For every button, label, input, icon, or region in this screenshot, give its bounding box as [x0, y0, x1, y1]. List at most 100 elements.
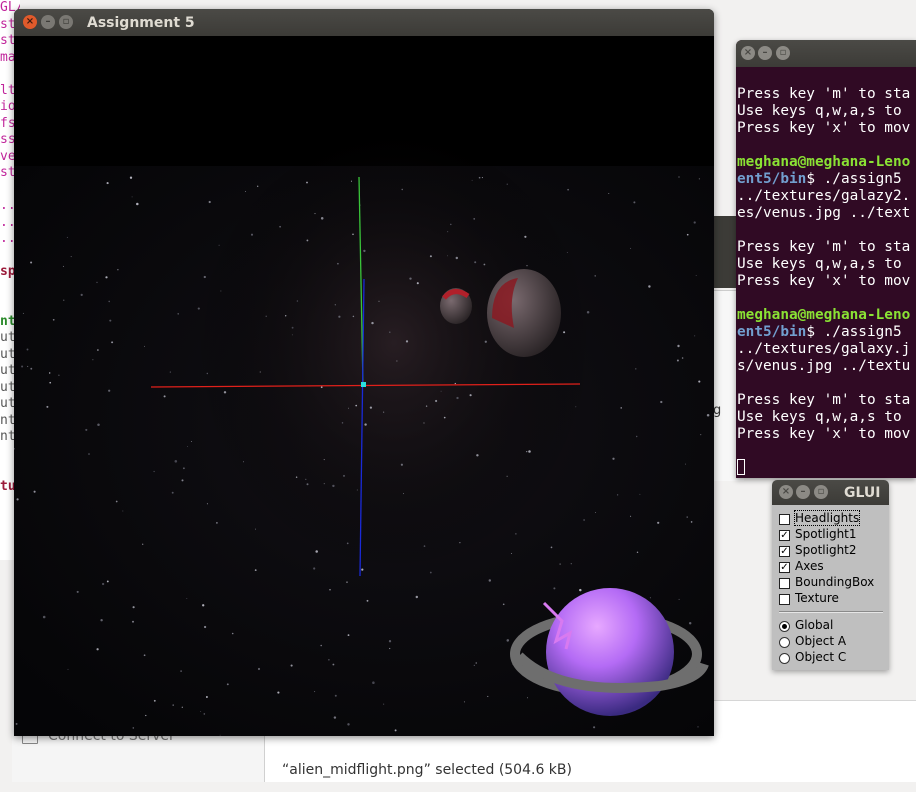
maximize-icon[interactable]: ▫ — [814, 485, 828, 499]
star — [579, 588, 582, 592]
star — [337, 262, 339, 265]
terminal-text: meghana@meghana-Leno — [737, 154, 911, 170]
star — [502, 603, 505, 606]
star — [570, 563, 572, 565]
radio-icon[interactable] — [779, 637, 790, 648]
star — [657, 521, 660, 524]
star — [67, 668, 69, 670]
star — [254, 569, 257, 571]
star — [476, 454, 479, 457]
star — [475, 662, 477, 664]
star — [366, 599, 369, 602]
star — [575, 406, 577, 408]
star — [423, 545, 426, 547]
star — [447, 231, 449, 233]
star — [16, 498, 19, 501]
checkbox-empty-icon[interactable] — [779, 578, 790, 589]
star — [332, 663, 335, 666]
star — [463, 701, 465, 703]
star — [132, 620, 134, 623]
minimize-icon[interactable]: – — [796, 485, 810, 499]
checkmark-icon[interactable]: ✓ — [779, 530, 790, 541]
star — [401, 188, 403, 191]
star — [231, 632, 234, 635]
glui-panel[interactable]: × – ▫ GLUI Headlights ✓ Spotlight1 ✓ Spotlig… — [772, 480, 889, 670]
star — [383, 411, 385, 413]
checkbox-empty-icon[interactable] — [779, 514, 790, 525]
star — [678, 598, 680, 600]
star — [255, 528, 256, 530]
star — [177, 313, 179, 315]
close-icon[interactable]: × — [741, 46, 755, 60]
radio-label: Object A — [795, 634, 847, 648]
star — [306, 483, 309, 486]
star — [174, 460, 178, 463]
terminal-text: Press key 'm' to sta — [737, 86, 911, 102]
terminal-text: meghana@meghana-Leno — [737, 307, 911, 323]
star — [333, 716, 337, 719]
star — [415, 595, 419, 599]
checkbox-empty-icon[interactable] — [779, 594, 790, 605]
star — [66, 236, 68, 238]
radio-icon[interactable] — [779, 621, 790, 632]
terminal-text: $ ./assign5 — [806, 324, 902, 340]
star — [346, 581, 348, 583]
star — [42, 615, 46, 619]
terminal-output[interactable]: Press key 'm' to sta Use keys q,w,a,s to … — [737, 86, 916, 443]
star — [27, 365, 29, 367]
terminal-text: Use keys q,w,a,s to — [737, 103, 911, 119]
checkmark-icon[interactable]: ✓ — [779, 546, 790, 557]
star — [648, 285, 651, 288]
star — [459, 542, 461, 544]
star — [153, 699, 156, 702]
star — [686, 516, 688, 518]
star — [620, 407, 622, 409]
star — [388, 640, 392, 643]
terminal-window[interactable]: × – ▫ Press key 'm' to sta Use keys q,w,a… — [736, 40, 916, 478]
file-manager-status: “alien_midflight.png” selected (504.6 kB… — [282, 762, 572, 778]
star — [180, 670, 182, 672]
star — [389, 647, 391, 650]
terminal-titlebar[interactable]: × – ▫ — [736, 40, 916, 67]
window-title: Assignment 5 — [87, 15, 195, 31]
star — [371, 321, 374, 325]
star — [115, 500, 118, 503]
opengl-window-titlebar[interactable]: × – ▫ Assignment 5 — [14, 9, 714, 36]
star — [346, 542, 349, 545]
glui-titlebar[interactable]: × – ▫ GLUI — [772, 480, 889, 505]
terminal-text: ../textures/galazy2. — [737, 188, 911, 204]
checkmark-icon[interactable]: ✓ — [779, 562, 790, 573]
star — [690, 521, 693, 523]
star — [454, 382, 456, 385]
star — [320, 386, 323, 389]
opengl-viewport[interactable] — [14, 36, 714, 736]
radio-icon[interactable] — [779, 653, 790, 664]
minimize-icon[interactable]: – — [41, 15, 55, 29]
maximize-icon[interactable]: ▫ — [59, 15, 73, 29]
terminal-text: Press key 'x' to mov — [737, 426, 911, 442]
checkbox-label: Axes — [795, 559, 824, 573]
star — [510, 552, 512, 554]
close-icon[interactable]: × — [779, 485, 793, 499]
maximize-icon[interactable]: ▫ — [776, 46, 790, 60]
star — [338, 315, 341, 318]
opengl-window[interactable]: × – ▫ Assignment 5 — [14, 9, 714, 736]
terminal-text: ent5/bin — [737, 324, 807, 340]
star — [181, 706, 183, 708]
star — [285, 315, 287, 317]
star — [429, 255, 432, 258]
star — [46, 405, 49, 408]
minimize-icon[interactable]: – — [758, 46, 772, 60]
star — [350, 180, 353, 182]
close-icon[interactable]: × — [23, 15, 37, 29]
star — [352, 233, 354, 236]
star — [416, 282, 419, 285]
star — [315, 550, 318, 553]
checkbox-label: Headlights — [793, 510, 861, 526]
star — [478, 176, 481, 179]
star — [143, 345, 145, 347]
star — [169, 371, 171, 373]
